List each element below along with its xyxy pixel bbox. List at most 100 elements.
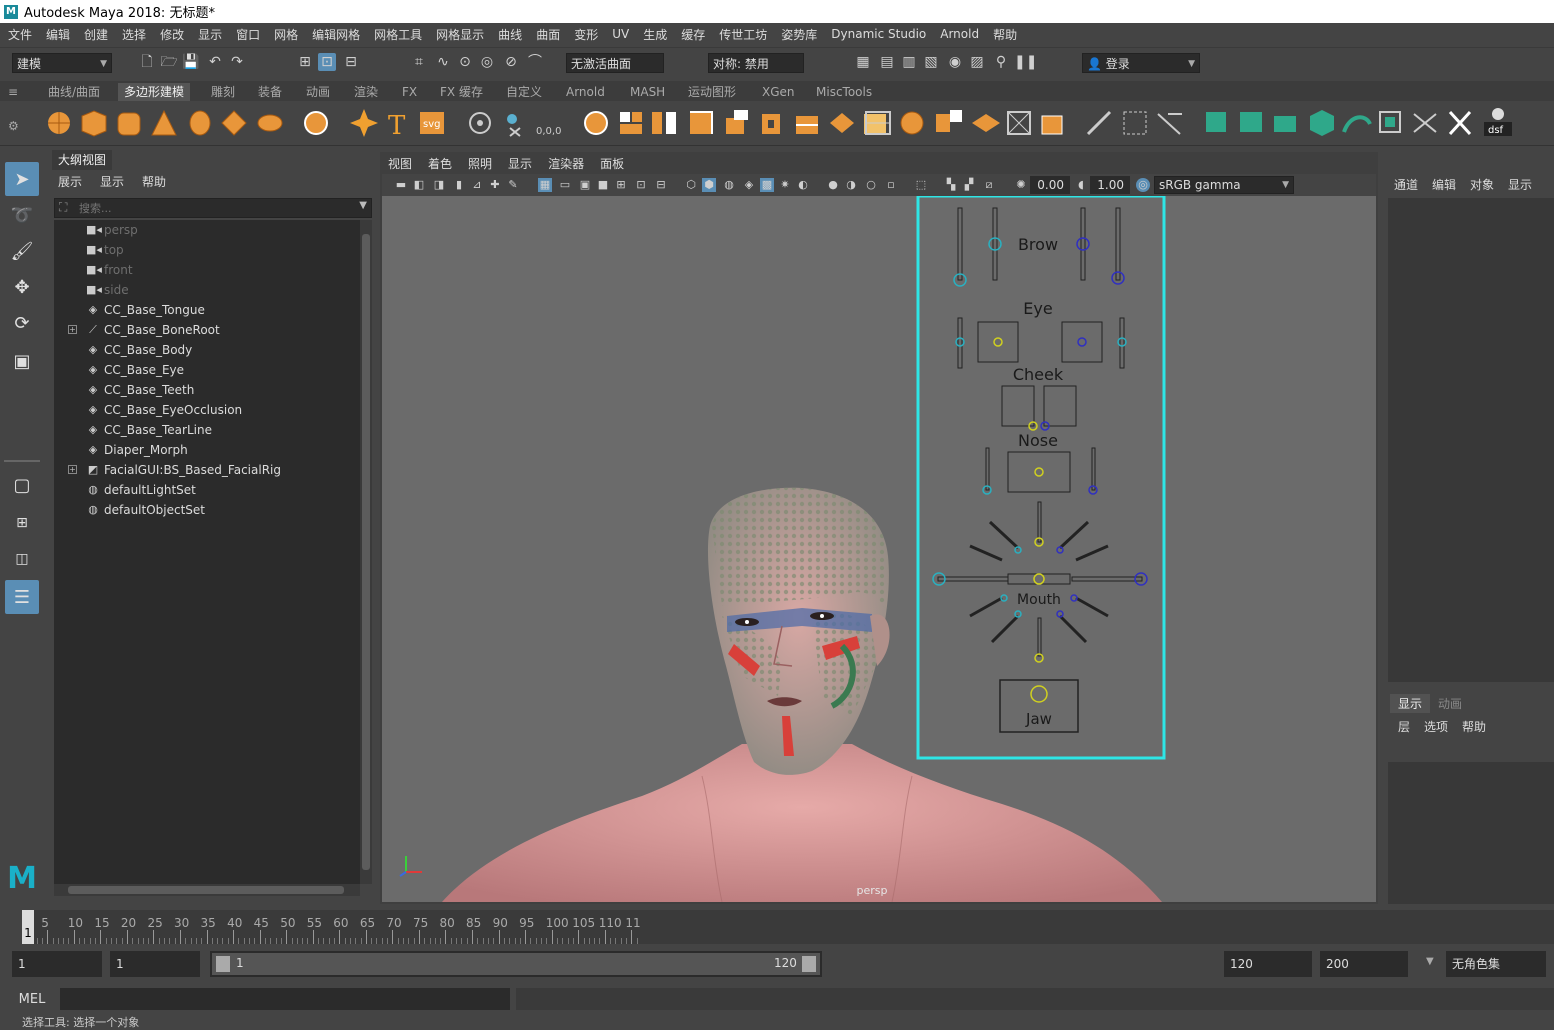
two-d-pan-icon[interactable]: ✚	[488, 178, 502, 192]
viewport-menu-item[interactable]: 着色	[428, 157, 452, 171]
outliner-search-input[interactable]	[79, 200, 339, 216]
teal-tool-1-icon[interactable]	[1206, 112, 1226, 132]
chevron-down-icon[interactable]: ▼	[359, 200, 367, 211]
extrude-icon[interactable]	[620, 112, 642, 134]
python-dsf-icon[interactable]: dsf	[1484, 108, 1512, 136]
quad-draw-icon[interactable]	[972, 114, 1000, 132]
menu-item[interactable]: Arnold	[940, 27, 979, 41]
outliner-item[interactable]: ◈ CC_Base_EyeOcclusion	[54, 400, 354, 420]
outliner-menu-item[interactable]: 帮助	[142, 175, 166, 189]
poly-cube-icon[interactable]	[81, 110, 107, 137]
menu-item[interactable]: UV	[612, 27, 629, 41]
channel-box-menu-item[interactable]: 编辑	[1432, 178, 1456, 192]
end-time-field[interactable]: 200	[1320, 951, 1408, 977]
sculpt-brush-icon[interactable]	[1086, 110, 1112, 136]
shadows-icon[interactable]: ✷	[778, 178, 792, 192]
menu-item[interactable]: 曲线	[498, 26, 522, 43]
chevron-down-icon[interactable]: ▼	[1426, 956, 1434, 967]
reduce-icon[interactable]	[1041, 115, 1063, 135]
layer-editor-menu-item[interactable]: 层	[1398, 720, 1410, 734]
camera-attr-icon[interactable]: ◨	[432, 178, 446, 192]
gate-mask-icon[interactable]: ■	[596, 178, 610, 192]
mouth-controls[interactable]: Mouth	[932, 501, 1148, 663]
open-scene-icon[interactable]: 🗁	[160, 53, 178, 71]
shelf-tab[interactable]: 雕刻	[205, 83, 241, 101]
ao-icon[interactable]: ◐	[796, 178, 810, 192]
poly-torus-icon[interactable]	[189, 110, 211, 136]
poly-cone-icon[interactable]	[151, 109, 177, 136]
teal-tool-7-icon[interactable]	[1413, 113, 1437, 133]
scrollbar-thumb[interactable]	[68, 886, 344, 894]
view-transform-dropdown[interactable]: sRGB gamma ▼	[1154, 176, 1294, 194]
shelf-tab[interactable]: 自定义	[500, 83, 548, 101]
jaw-controls[interactable]: Jaw	[999, 679, 1079, 733]
save-scene-icon[interactable]: 💾	[182, 53, 200, 71]
teal-tool-4-icon[interactable]	[1310, 110, 1334, 136]
wireframe-on-shaded-icon[interactable]: ◍	[722, 178, 736, 192]
anti-alias-icon[interactable]: ◑	[844, 178, 858, 192]
image-plane-icon[interactable]: ⊿	[470, 178, 484, 192]
menu-item[interactable]: 生成	[643, 26, 667, 43]
script-language-toggle[interactable]: MEL	[10, 990, 54, 1010]
layer-editor-menu-item[interactable]: 选项	[1424, 720, 1448, 734]
resolution-gate-icon[interactable]: ▣	[578, 178, 592, 192]
menu-item[interactable]: 变形	[574, 26, 598, 43]
gamma-icon[interactable]: ◖	[1074, 178, 1088, 192]
select-object-icon[interactable]: ⊡	[318, 53, 336, 71]
select-camera-icon[interactable]: ▬	[394, 178, 408, 192]
mirror-icon[interactable]	[936, 110, 962, 132]
wireframe-icon[interactable]: ⬡	[684, 178, 698, 192]
time-slider[interactable]: 5 10 15 20 25 30 35 40 45 50 55 60 65 70 75 80 85 90 95 100…	[0, 906, 1554, 946]
platonic-solid-icon[interactable]	[304, 111, 328, 135]
outliner-item[interactable]: ■◂ front	[54, 260, 354, 280]
shelf-tab[interactable]: XGen	[756, 83, 801, 101]
snap-surface-icon[interactable]: ⊘	[502, 53, 520, 71]
shelf-tab[interactable]: 渲染	[348, 83, 384, 101]
scale-tool-icon[interactable]: ▣	[5, 344, 39, 378]
start-time-field[interactable]: 1	[12, 951, 102, 977]
multi-cut-icon[interactable]	[796, 116, 818, 134]
outliner-item[interactable]: ◍ defaultObjectSet	[54, 500, 354, 520]
safe-title-icon[interactable]: ⊟	[654, 178, 668, 192]
sphere-proj-icon[interactable]	[900, 111, 924, 135]
transform-constraint-icon[interactable]	[1123, 111, 1147, 135]
outliner-horizontal-scrollbar[interactable]	[54, 884, 360, 896]
eye-controls[interactable]: Eye	[955, 299, 1127, 369]
menu-item[interactable]: 编辑	[46, 26, 70, 43]
tab-display-layers[interactable]: 显示	[1390, 694, 1431, 713]
render-frame-icon[interactable]: ▦	[854, 53, 872, 71]
paint-select-tool-icon[interactable]: 🖌	[5, 234, 39, 268]
snap-live-icon[interactable]: ⌒	[526, 53, 544, 71]
boolean-icon[interactable]	[1007, 111, 1031, 135]
tab-anim-layers[interactable]: 动画	[1430, 694, 1470, 713]
3d-viewport[interactable]: Brow Eye Cheek Nose Mouth Jaw persp	[382, 196, 1376, 902]
range-bar-fill[interactable]	[212, 953, 820, 975]
teal-tool-6-icon[interactable]	[1379, 111, 1401, 133]
menu-item[interactable]: 文件	[8, 26, 32, 43]
range-bar[interactable]: 1 120	[210, 951, 822, 977]
select-component-icon[interactable]: ⊟	[342, 53, 360, 71]
teal-tool-2-icon[interactable]	[1240, 112, 1262, 132]
merge-icon[interactable]	[864, 114, 886, 134]
svg-tool-icon[interactable]: svg	[420, 112, 444, 134]
menu-item[interactable]: 选择	[122, 26, 146, 43]
bookmark-icon[interactable]: ▮	[452, 178, 466, 192]
outliner-item[interactable]: ■◂ persp	[54, 220, 354, 240]
redo-icon[interactable]: ↷	[228, 53, 246, 71]
shelf-tab[interactable]: MASH	[624, 83, 671, 101]
smooth-shade-icon[interactable]: ⬢	[702, 178, 716, 192]
time-slider-track[interactable]: 5 10 15 20 25 30 35 40 45 50 55 60 65 70 75 80 85 90 95 100…	[22, 910, 1554, 944]
menu-set-dropdown[interactable]: 建模 ▼	[12, 53, 112, 73]
poly-plane-icon[interactable]	[221, 110, 247, 136]
poly-cylinder-icon[interactable]	[117, 112, 141, 136]
motion-blur-icon[interactable]: ●	[826, 178, 840, 192]
shelf-tab[interactable]: FX 缓存	[434, 83, 489, 101]
outliner-item[interactable]: ◈ CC_Base_Tongue	[54, 300, 354, 320]
four-view-icon[interactable]: ⊞	[5, 506, 39, 540]
outliner-vertical-scrollbar[interactable]	[360, 220, 372, 884]
snap-curve-icon[interactable]: ∿	[434, 53, 452, 71]
menu-item[interactable]: 曲面	[536, 26, 560, 43]
teal-tool-5-icon[interactable]	[1342, 115, 1372, 133]
brow-controls[interactable]: Brow	[953, 207, 1125, 287]
filter-icon[interactable]: ⛶	[59, 200, 67, 215]
